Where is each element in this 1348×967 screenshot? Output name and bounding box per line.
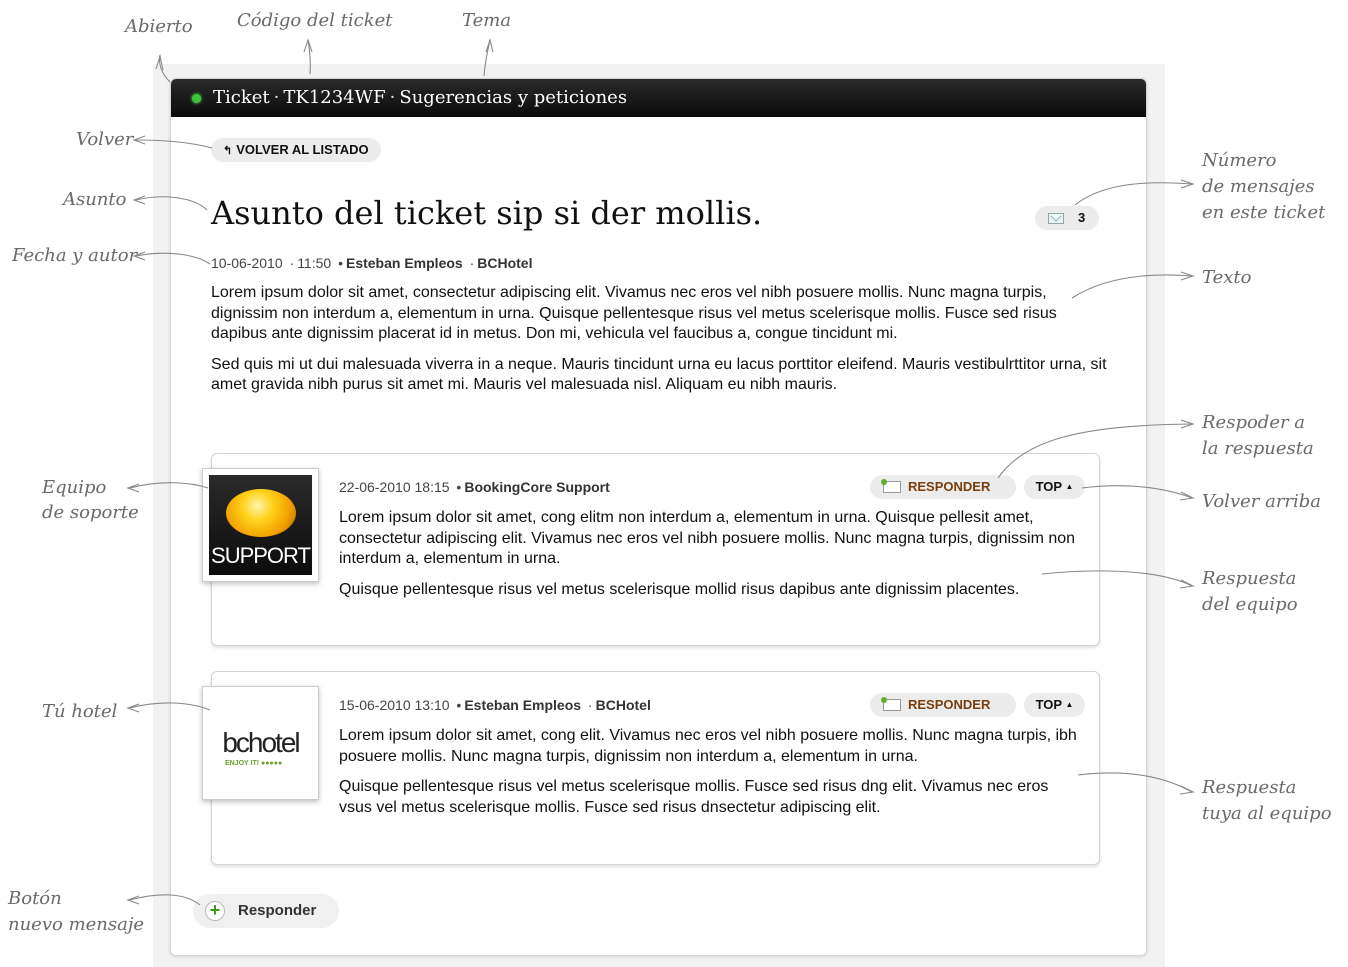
annotation-new-message: nuevo mensaje [8,914,145,935]
annotation-your-hotel: Tú hotel [42,701,118,722]
annotation-ticket-code: Código del ticket [237,10,393,31]
annotation-support-team: Equipo [42,477,107,498]
annotation-your-reply: tuya al equipo [1202,803,1332,824]
annotation-subject: Asunto [63,189,127,210]
annotation-new-message: Botón [8,888,62,909]
annotation-message-count: Número [1202,150,1277,171]
annotation-support-team: de soporte [42,502,139,523]
annotation-arrows [126,38,1195,906]
annotation-date-author: Fecha y autor [12,245,138,266]
annotation-back-to-top: Volver arriba [1202,491,1322,512]
annotation-team-reply: del equipo [1202,594,1298,615]
annotation-message-count: en este ticket [1202,202,1326,223]
annotation-reply: Respoder a [1202,412,1306,433]
annotation-back: Volver [76,129,134,150]
annotation-team-reply: Respuesta [1202,568,1297,589]
annotation-open: Abierto [125,16,193,37]
annotation-message-count: de mensajes [1202,176,1315,197]
annotation-topic: Tema [462,10,512,31]
annotation-text: Texto [1202,267,1252,288]
annotation-your-reply: Respuesta [1202,777,1297,798]
annotation-reply: la respuesta [1202,438,1314,459]
